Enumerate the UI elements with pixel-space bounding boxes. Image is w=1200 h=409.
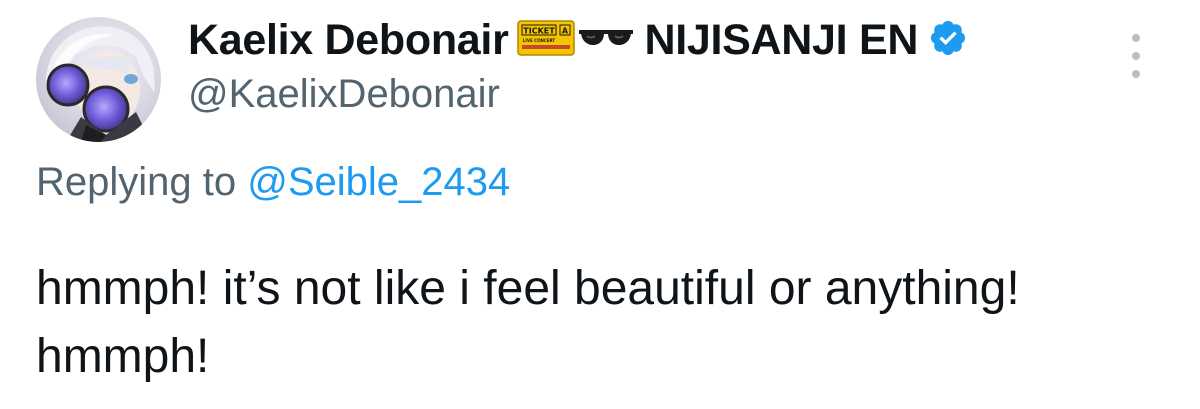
author-handle[interactable]: @KaelixDebonair [188, 72, 500, 117]
more-dot [1132, 52, 1140, 60]
tweet-card: Kaelix Debonair TICKET A LIVE CONCERT NI… [0, 0, 1200, 409]
replying-prefix: Replying to [36, 160, 237, 204]
replying-to-line: Replying to @Seible_2434 [36, 160, 510, 205]
more-dot [1132, 70, 1140, 78]
ticket-icon: TICKET A LIVE CONCERT [516, 18, 575, 63]
avatar[interactable] [36, 17, 161, 142]
tweet-text: hmmph! it’s not like i feel beautiful or… [36, 262, 1020, 383]
avatar-image [45, 26, 155, 142]
svg-text:A: A [561, 26, 568, 35]
affiliation-label: NIJISANJI EN [644, 15, 919, 64]
replying-to-handle-link[interactable]: @Seible_2434 [247, 160, 510, 204]
svg-text:LIVE CONCERT: LIVE CONCERT [522, 38, 555, 43]
more-options-icon[interactable] [1126, 34, 1146, 78]
author-header: Kaelix Debonair TICKET A LIVE CONCERT NI… [188, 10, 968, 70]
more-dot [1132, 34, 1140, 42]
sunglasses-icon [577, 18, 635, 63]
verified-badge-icon[interactable] [928, 18, 968, 63]
svg-text:TICKET: TICKET [523, 26, 555, 35]
display-name[interactable]: Kaelix Debonair [188, 16, 509, 65]
